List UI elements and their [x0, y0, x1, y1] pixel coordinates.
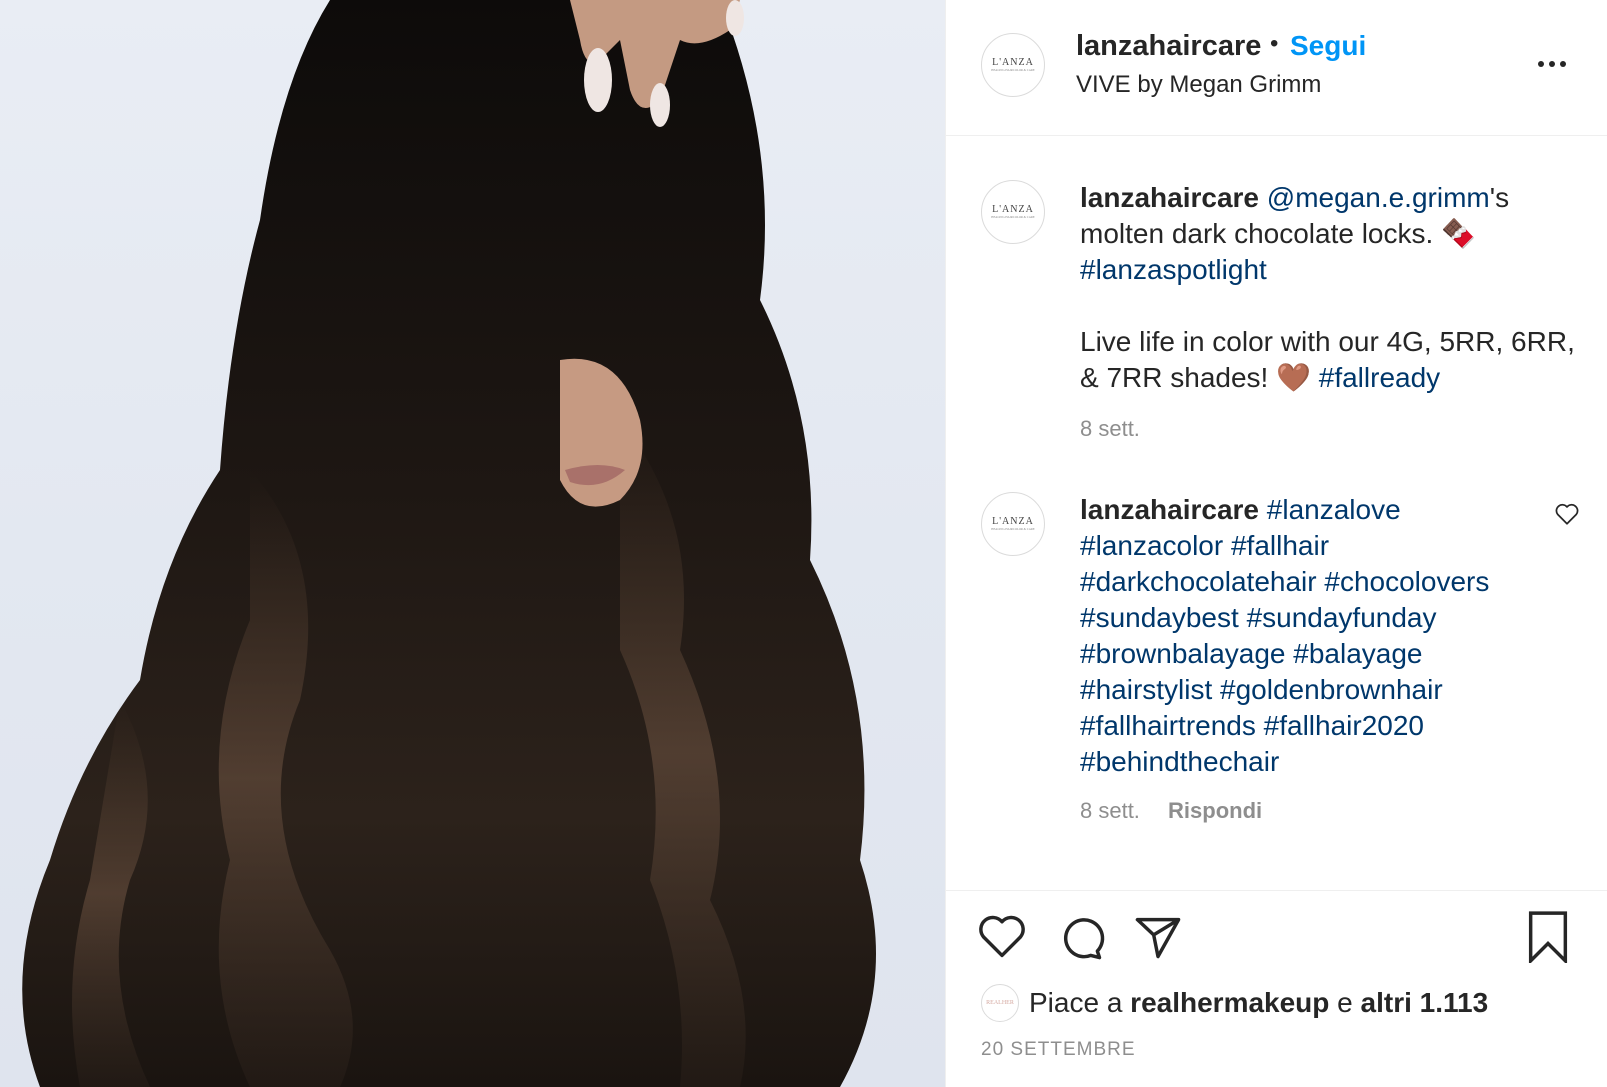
author-avatar[interactable]: L'ANZA HEALING HAIRCOLOR & CARE — [981, 33, 1045, 97]
caption-timestamp[interactable]: 8 sett. — [1080, 416, 1140, 442]
comment-meta: 8 sett. Rispondi — [1080, 798, 1262, 824]
paper-plane-icon[interactable] — [1132, 911, 1184, 963]
hashtag-link[interactable]: #fallready — [1319, 362, 1440, 393]
comment-timestamp[interactable]: 8 sett. — [1080, 798, 1140, 823]
hair-illustration — [22, 0, 876, 1087]
likes-text: Piace a realhermakeup e altri 1.113 — [1029, 987, 1489, 1018]
caption-author-avatar[interactable]: L'ANZA HEALING HAIRCOLOR & CARE — [981, 180, 1045, 244]
post-date[interactable]: 20 SETTEMBRE — [981, 1039, 1136, 1061]
caption-text: lanzahaircare @megan.e.grimm's molten da… — [1080, 180, 1590, 396]
brand-logo: L'ANZA HEALING HAIRCOLOR & CARE — [991, 57, 1035, 72]
comment-username[interactable]: lanzahaircare — [1080, 494, 1259, 525]
comment-text: lanzahaircare #lanzalove #lanzacolor #fa… — [1080, 492, 1550, 780]
post-actions: REALHER Piace a realhermakeup e altri 1.… — [946, 890, 1607, 1087]
comment-like-icon[interactable] — [1554, 502, 1580, 526]
mention-link[interactable]: @megan.e.grimm — [1267, 182, 1490, 213]
location-link[interactable]: VIVE by Megan Grimm — [1076, 71, 1321, 99]
reply-button[interactable]: Rispondi — [1168, 798, 1262, 823]
author-username[interactable]: lanzahaircare — [1076, 30, 1261, 63]
more-options-icon[interactable] — [1538, 52, 1576, 76]
caption-username[interactable]: lanzahaircare — [1080, 182, 1259, 213]
follow-button[interactable]: Segui — [1290, 30, 1366, 62]
hashtag-link[interactable]: #lanzaspotlight — [1080, 254, 1267, 285]
post-detail-panel: L'ANZA HEALING HAIRCOLOR & CARE lanzahai… — [945, 0, 1607, 1087]
comment-author-avatar[interactable]: L'ANZA HEALING HAIRCOLOR & CARE — [981, 492, 1045, 556]
liker-avatar[interactable]: REALHER — [981, 984, 1019, 1022]
comment-hashtags[interactable]: #lanzalove #lanzacolor #fallhair #darkch… — [1080, 494, 1489, 777]
heart-icon[interactable] — [976, 911, 1028, 963]
separator-dot: • — [1270, 30, 1279, 57]
brand-logo: L'ANZA HEALING HAIRCOLOR & CARE — [991, 204, 1035, 219]
post-photo[interactable] — [0, 0, 945, 1087]
likes-summary: REALHER Piace a realhermakeup e altri 1.… — [981, 983, 1488, 1023]
bookmark-icon[interactable] — [1522, 911, 1574, 963]
brand-logo: L'ANZA HEALING HAIRCOLOR & CARE — [991, 516, 1035, 531]
comment-icon[interactable] — [1054, 911, 1106, 963]
likes-count[interactable]: altri 1.113 — [1361, 987, 1489, 1018]
liker-username[interactable]: realhermakeup — [1130, 987, 1329, 1018]
post-header: L'ANZA HEALING HAIRCOLOR & CARE lanzahai… — [946, 0, 1607, 136]
